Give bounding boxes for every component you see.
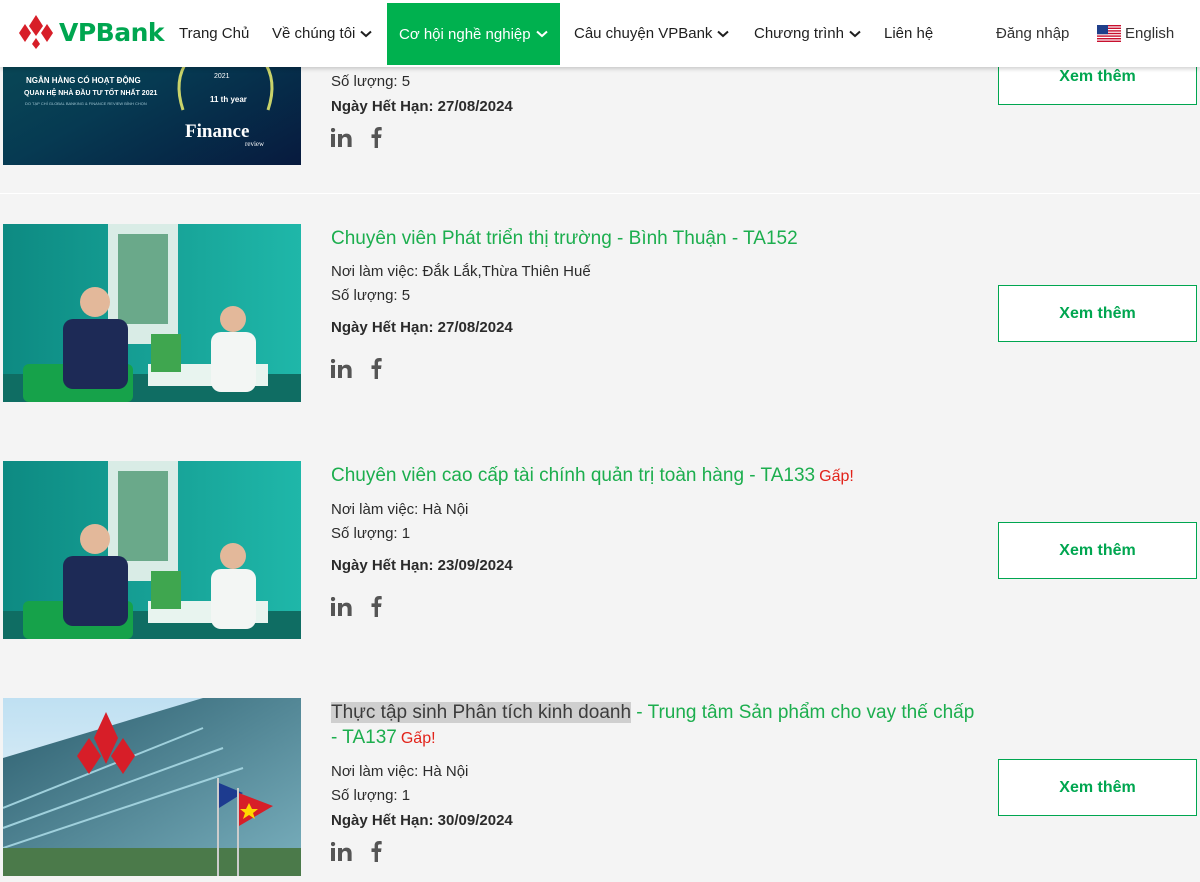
image-line1: NGÂN HÀNG CÓ HOẠT ĐỘNG	[26, 76, 141, 85]
chevron-down-icon	[849, 30, 861, 37]
job-title-text[interactable]: Chuyên viên cao cấp tài chính quản trị t…	[331, 465, 815, 486]
brand-logo[interactable]: VPBank	[18, 14, 165, 50]
job-info: Chuyên viên cao cấp tài chính quản trị t…	[331, 463, 981, 617]
job-deadline: Ngày Hết Hạn: 27/08/2024	[331, 319, 513, 336]
chevron-down-icon	[717, 30, 730, 37]
image-line3: DO TẠP CHÍ GLOBAL BANKING & FINANCE REVI…	[25, 101, 147, 106]
nav-item-contact[interactable]: Liên hệ	[884, 0, 933, 67]
chevron-down-icon	[360, 30, 373, 37]
interview-photo	[3, 461, 301, 639]
job-info: Thực tập sinh Phân tích kinh doanh - Tru…	[331, 700, 981, 862]
nav-item-label: Liên hệ	[884, 25, 934, 42]
nav-item-label: Trang Chủ	[179, 25, 250, 42]
share-icons	[331, 841, 981, 862]
job-quantity: Số lượng: 1	[331, 787, 411, 804]
interview-photo	[3, 224, 301, 402]
job-title-highlight[interactable]: Thực tập sinh Phân tích kinh doanh	[331, 702, 632, 723]
us-flag-icon	[1097, 25, 1121, 42]
job-location: Nơi làm việc: Hà Nội	[331, 501, 469, 518]
job-quantity: Số lượng: 5	[331, 287, 411, 304]
award-sub: review	[245, 140, 265, 148]
building-photo	[3, 698, 301, 876]
job-location: Nơi làm việc: Hà Nội	[331, 763, 469, 780]
award-year: 2021	[214, 73, 230, 80]
chevron-down-icon	[535, 30, 548, 38]
job-thumbnail	[3, 461, 301, 639]
language-switch[interactable]: English	[1097, 0, 1174, 67]
nav-item-programs[interactable]: Chương trình	[754, 0, 861, 67]
job-title[interactable]: Thực tập sinh Phân tích kinh doanh - Tru…	[331, 700, 981, 751]
nav-item-label: Cơ hội nghề nghiệp	[399, 25, 531, 43]
language-label: English	[1125, 25, 1175, 42]
urgent-badge: Gấp!	[819, 468, 854, 485]
job-title[interactable]: Chuyên viên cao cấp tài chính quản trị t…	[331, 463, 981, 489]
job-quantity: Số lượng: 5	[331, 73, 411, 90]
linkedin-icon[interactable]	[331, 597, 352, 616]
job-info: Chuyên viên Phát triển thị trường - Bình…	[331, 226, 981, 379]
top-navbar: VPBank Trang Chủ Về chúng tôi Cơ hội ngh…	[0, 0, 1200, 67]
vpbank-logo-icon	[19, 15, 53, 49]
brand-name: VPBank	[59, 17, 165, 47]
share-icons	[331, 358, 981, 379]
nav-item-home[interactable]: Trang Chủ	[179, 0, 249, 67]
nav-item-label: Về chúng tôi	[272, 25, 356, 42]
job-card: Chuyên viên cao cấp tài chính quản trị t…	[0, 431, 1200, 668]
nav-item-careers[interactable]: Cơ hội nghề nghiệp	[387, 3, 560, 65]
job-deadline: Ngày Hết Hạn: 27/08/2024	[331, 98, 513, 115]
page: NGÂN HÀNG CÓ HOẠT ĐỘNG QUAN HỆ NHÀ ĐẦU T…	[0, 0, 1200, 882]
urgent-badge: Gấp!	[400, 730, 436, 747]
nav-item-stories[interactable]: Câu chuyện VPBank	[574, 0, 730, 67]
award-magazine: Finance	[185, 121, 249, 142]
job-card: Chuyên viên Phát triển thị trường - Bình…	[0, 194, 1200, 431]
job-card: Thực tập sinh Phân tích kinh doanh - Tru…	[0, 668, 1200, 882]
view-more-button[interactable]: Xem thêm	[998, 522, 1197, 579]
job-location: Nơi làm việc: Đắk Lắk,Thừa Thiên Huế	[331, 263, 591, 280]
facebook-icon[interactable]	[370, 358, 382, 379]
job-title[interactable]: Chuyên viên Phát triển thị trường - Bình…	[331, 226, 981, 251]
nav-item-label: Chương trình	[754, 25, 844, 42]
job-thumbnail	[3, 698, 301, 876]
linkedin-icon[interactable]	[331, 128, 352, 147]
share-icons	[331, 596, 981, 617]
job-deadline: Ngày Hết Hạn: 23/09/2024	[331, 557, 513, 574]
login-label: Đăng nhập	[996, 25, 1070, 42]
facebook-icon[interactable]	[370, 596, 382, 617]
linkedin-icon[interactable]	[331, 359, 352, 378]
job-deadline: Ngày Hết Hạn: 30/09/2024	[331, 812, 513, 829]
login-link[interactable]: Đăng nhập	[996, 0, 1069, 67]
nav-item-label: Câu chuyện VPBank	[574, 25, 713, 42]
facebook-icon[interactable]	[370, 841, 382, 862]
linkedin-icon[interactable]	[331, 842, 352, 861]
view-more-button[interactable]: Xem thêm	[998, 285, 1197, 342]
facebook-icon[interactable]	[370, 127, 382, 148]
nav-item-about[interactable]: Về chúng tôi	[272, 0, 373, 67]
share-icons	[331, 127, 981, 148]
award-rank: 11 th year	[210, 95, 247, 104]
job-quantity: Số lượng: 1	[331, 525, 411, 542]
job-info: Số lượng: 5 Ngày Hết Hạn: 27/08/2024	[331, 70, 981, 148]
view-more-button[interactable]: Xem thêm	[998, 759, 1197, 816]
job-thumbnail	[3, 224, 301, 402]
